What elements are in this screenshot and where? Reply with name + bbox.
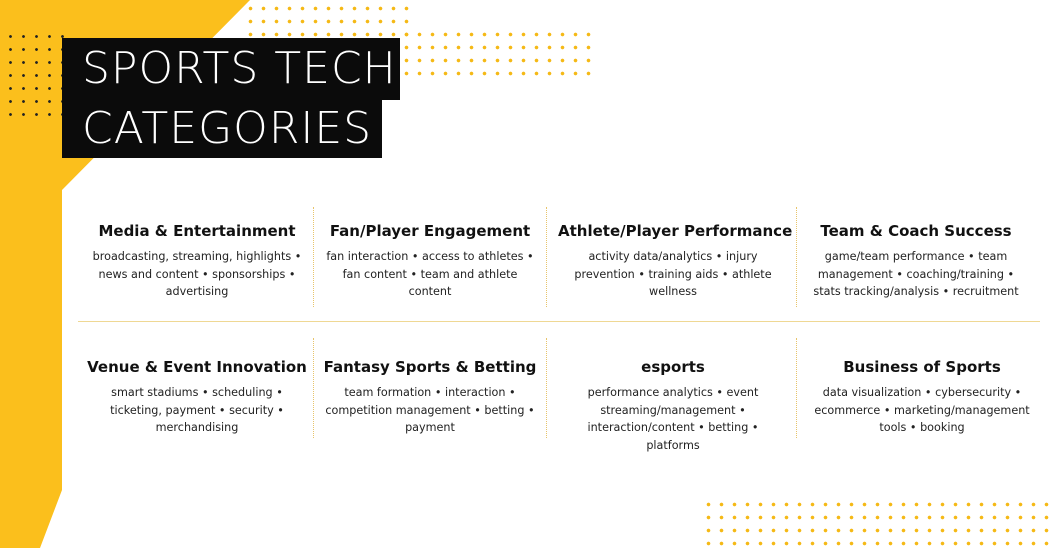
category-description: team formation • interaction • competiti… <box>325 386 535 434</box>
category-title: Athlete/Player Performance <box>558 222 793 240</box>
category-title: Business of Sports <box>843 358 1001 376</box>
column-divider <box>796 207 797 307</box>
page-title-line1: SPORTS TECH <box>82 43 397 94</box>
page-title-line2: CATEGORIES <box>82 103 373 154</box>
category-description: performance analytics • event streaming/… <box>587 386 759 452</box>
dot-pattern-dark <box>4 30 66 122</box>
column-divider <box>546 338 547 438</box>
category-athlete-player-performance: Athlete/Player Performance activity data… <box>558 222 793 301</box>
column-divider <box>313 207 314 307</box>
category-description: data visualization • cybersecurity • eco… <box>814 386 1030 434</box>
category-description: broadcasting, streaming, highlights • ne… <box>92 250 302 298</box>
category-title: Fan/Player Engagement <box>329 222 531 240</box>
column-divider <box>313 338 314 438</box>
category-title: Media & Entertainment <box>98 222 296 240</box>
category-description: activity data/analytics • injury prevent… <box>574 250 772 298</box>
category-description: fan interaction • access to athletes • f… <box>326 250 534 298</box>
category-venue-event-innovation: Venue & Event Innovation smart stadiums … <box>86 358 308 437</box>
column-divider <box>546 207 547 307</box>
category-description: smart stadiums • scheduling • ticketing,… <box>110 386 284 434</box>
category-title: esports <box>641 358 705 376</box>
category-fan-player-engagement: Fan/Player Engagement fan interaction • … <box>322 222 538 301</box>
category-description: game/team performance • team management … <box>813 250 1019 298</box>
title-box-line2: CATEGORIES <box>62 100 382 158</box>
category-team-coach-success: Team & Coach Success game/team performan… <box>806 222 1026 301</box>
category-title: Venue & Event Innovation <box>87 358 307 376</box>
row-divider <box>78 321 1040 322</box>
dot-pattern-top-right-lower <box>400 28 592 78</box>
title-box-line1: SPORTS TECH <box>62 38 400 100</box>
category-media-entertainment: Media & Entertainment broadcasting, stre… <box>88 222 306 301</box>
category-business-of-sports: Business of Sports data visualization • … <box>812 358 1032 437</box>
dot-pattern-top-right <box>244 2 409 38</box>
dot-pattern-bottom-right <box>702 498 1050 548</box>
category-title: Fantasy Sports & Betting <box>323 358 537 376</box>
category-title: Team & Coach Success <box>820 222 1012 240</box>
category-esports: esports performance analytics • event st… <box>560 358 786 454</box>
column-divider <box>796 338 797 438</box>
category-fantasy-sports-betting: Fantasy Sports & Betting team formation … <box>322 358 538 437</box>
